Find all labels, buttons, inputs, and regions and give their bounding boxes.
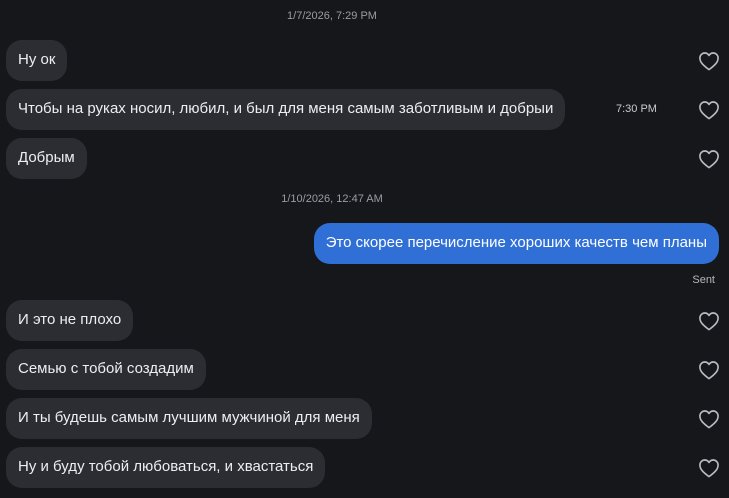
message-bubble[interactable]: И это не плохо (6, 300, 134, 341)
heart-outline-icon[interactable] (698, 51, 720, 71)
heart-outline-icon[interactable] (698, 360, 720, 380)
heart-outline-icon[interactable] (698, 458, 720, 478)
heart-outline-icon[interactable] (698, 311, 720, 331)
message-bubble[interactable]: Ну ок (6, 40, 68, 81)
message-bubble[interactable]: Ну и буду тобой любоваться, и хвастаться (6, 447, 326, 488)
message-bubble[interactable]: Семью с тобой создадим (6, 349, 206, 390)
message-bubble[interactable]: Добрым (6, 138, 87, 179)
message-status: Sent (692, 274, 715, 286)
date-separator: 1/10/2026, 12:47 AM (281, 193, 383, 205)
message-bubble[interactable]: Чтобы на руках носил, любил, и был для м… (6, 89, 566, 130)
heart-outline-icon[interactable] (698, 149, 720, 169)
date-separator: 1/7/2026, 7:29 PM (287, 10, 377, 22)
heart-outline-icon[interactable] (698, 409, 720, 429)
message-time: 7:30 PM (616, 103, 657, 115)
message-bubble[interactable]: И ты будешь самым лучшим мужчиной для ме… (6, 398, 372, 439)
outgoing-message-bubble[interactable]: Это скорее перечисление хороших качеств … (313, 223, 719, 264)
heart-outline-icon[interactable] (698, 100, 720, 120)
